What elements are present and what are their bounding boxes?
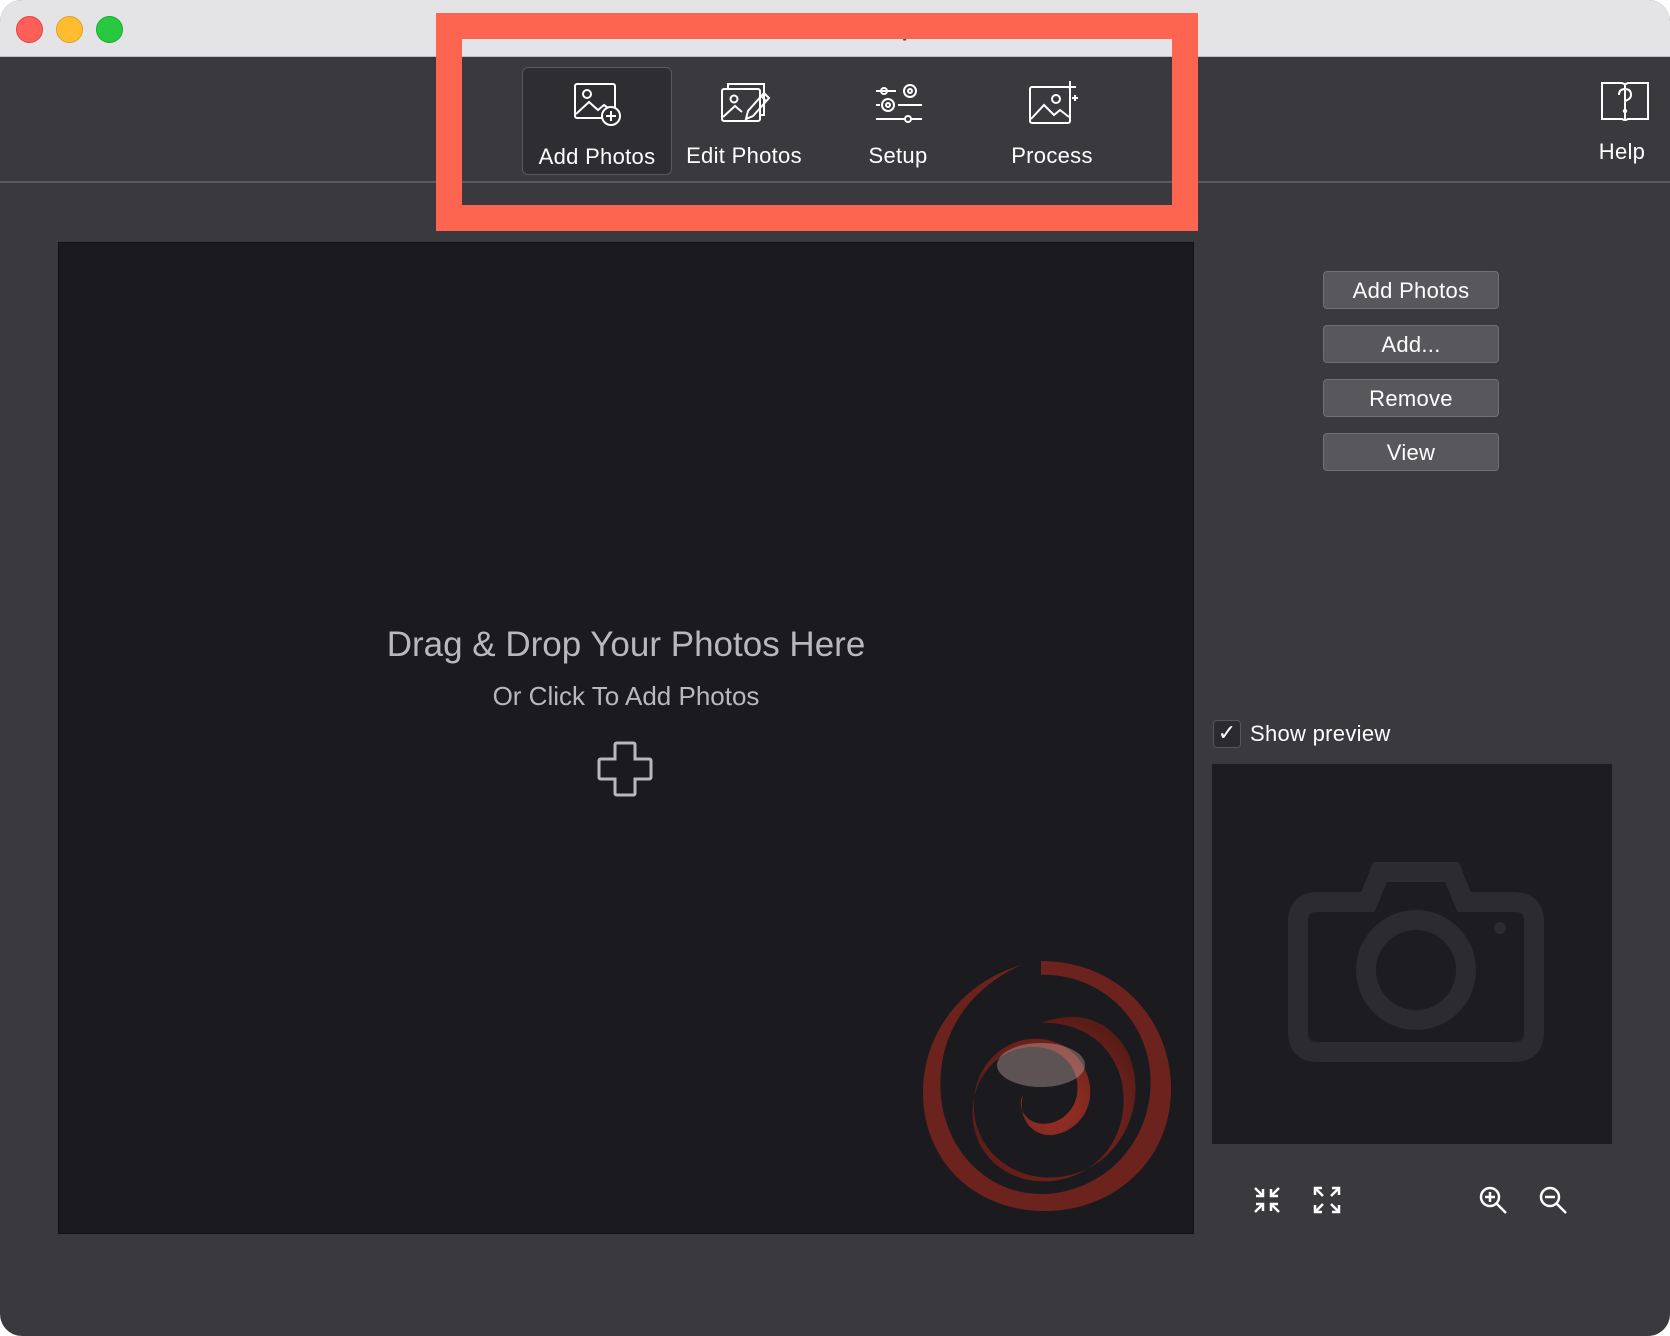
actual-size-icon[interactable] [1312, 1185, 1342, 1215]
app-window: BatchPhoto Enterprise Add Photos Edit Ph… [0, 0, 1670, 1336]
help-book-icon [1601, 82, 1649, 121]
zoom-out-icon[interactable] [1538, 1185, 1568, 1215]
zoom-in-icon[interactable] [1478, 1185, 1508, 1215]
help-label: Help [1598, 139, 1646, 164]
toolbar-add-photos-label: Add Photos [538, 144, 656, 169]
toolbar-tabs: Add Photos Edit Photos Setup Process [460, 63, 1130, 175]
toolbar-process-button[interactable]: Process [978, 67, 1126, 173]
app-logo-swirl-icon [922, 961, 1172, 1212]
toolbar-add-photos-button[interactable]: Add Photos [522, 67, 672, 175]
show-preview-checkbox[interactable]: ✓ [1213, 720, 1241, 748]
drop-zone-title: Drag & Drop Your Photos Here [386, 625, 866, 664]
view-button[interactable]: View [1323, 433, 1499, 471]
preview-panel [1212, 764, 1612, 1144]
camera-placeholder-icon [1288, 862, 1544, 1062]
main-toolbar: Add Photos Edit Photos Setup Process Hel… [0, 57, 1670, 183]
help-button[interactable]: Help [1590, 63, 1654, 173]
toolbar-setup-label: Setup [868, 143, 928, 168]
window-title: BatchPhoto Enterprise [715, 16, 955, 41]
toolbar-edit-photos-button[interactable]: Edit Photos [670, 67, 818, 173]
drop-zone-subtitle: Or Click To Add Photos [492, 681, 760, 711]
add-more-button[interactable]: Add... [1323, 325, 1499, 363]
show-preview-label[interactable]: Show preview [1250, 721, 1391, 747]
title-bar: BatchPhoto Enterprise [0, 0, 1670, 57]
toolbar-process-label: Process [1011, 143, 1093, 168]
add-photo-icon [574, 83, 621, 126]
photo-drop-zone[interactable]: Drag & Drop Your Photos Here Or Click To… [58, 242, 1194, 1234]
toolbar-setup-button[interactable]: Setup [824, 67, 972, 173]
process-photo-icon [1029, 81, 1078, 124]
add-photos-button[interactable]: Add Photos [1323, 271, 1499, 309]
settings-sliders-icon [876, 84, 922, 123]
toolbar-edit-photos-label: Edit Photos [686, 143, 802, 168]
remove-button[interactable]: Remove [1323, 379, 1499, 417]
edit-photo-icon [721, 83, 771, 122]
plus-icon[interactable] [595, 739, 655, 799]
fit-to-window-icon[interactable] [1252, 1185, 1282, 1215]
